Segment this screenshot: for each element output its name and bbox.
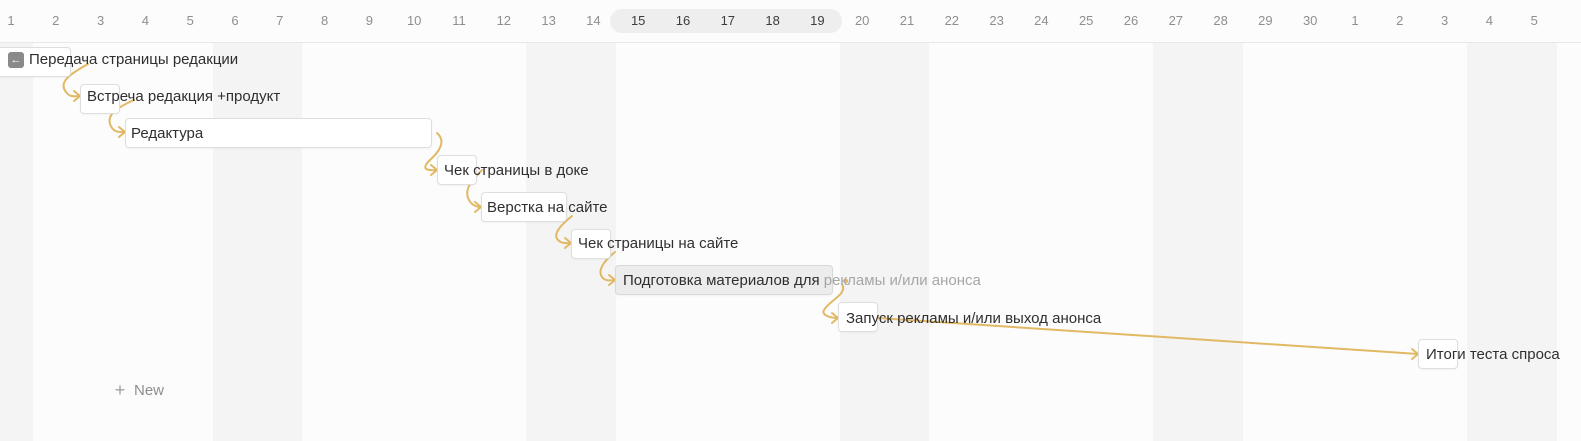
task-bar[interactable] <box>1418 339 1458 369</box>
task-bar[interactable] <box>615 265 833 295</box>
arrow-left-icon[interactable]: ← <box>8 52 24 68</box>
new-item-button[interactable]: + New <box>112 380 182 400</box>
task-bar[interactable] <box>838 302 878 332</box>
task-bar[interactable] <box>437 155 477 185</box>
task-name-overflow: рекламы и/или анонса <box>823 272 981 289</box>
task-bar[interactable] <box>571 229 611 259</box>
task-bar[interactable] <box>80 84 120 114</box>
task-list: Передача страницы редакции ← Встреча редак… <box>0 0 1581 441</box>
new-item-label: New <box>134 382 165 399</box>
task-name: Запуск рекламы и/или выход анонса <box>846 310 1102 327</box>
task-bar[interactable] <box>125 118 432 148</box>
task-label: Запуск рекламы и/или выход анонса <box>846 310 1101 328</box>
task-bar[interactable] <box>481 192 567 222</box>
plus-icon: + <box>114 380 126 400</box>
timeline-view: 1 2 3 4 5 6 7 8 9 10 11 12 13 14 15 16 17 18 19 20 21 22 23 24 2… <box>0 0 1581 441</box>
